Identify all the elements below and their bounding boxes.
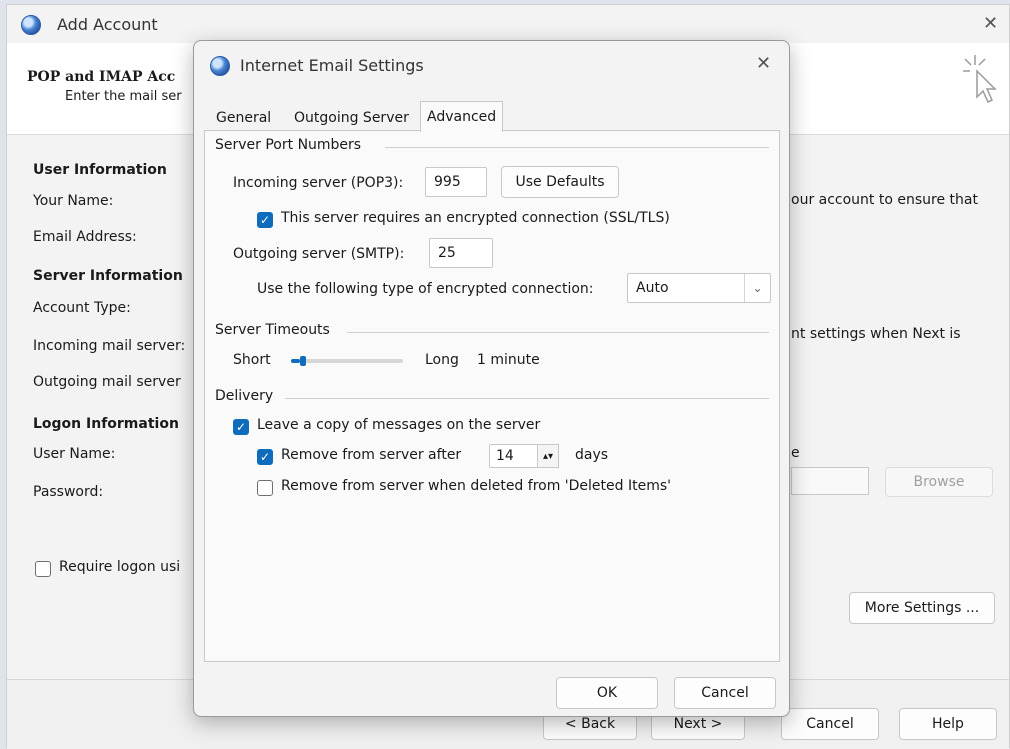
cursor-sparkle-icon [963,55,997,104]
group-divider [347,332,769,333]
dialog-title: Internet Email Settings [240,56,424,75]
test-settings-text: our account to ensure that [791,192,978,208]
require-logon-checkbox[interactable] [35,561,51,577]
wizard-header-title: POP and IMAP Acc [27,69,176,85]
require-logon-label: Require logon usi [59,559,181,575]
your-name-label: Your Name: [33,193,114,209]
account-type-label: Account Type: [33,300,131,316]
help-button[interactable]: Help [899,708,997,740]
days-spinner-icon[interactable]: ▴▾ [537,444,559,468]
auto-test-text: nt settings when Next is [791,326,961,342]
remove-deleted-label: Remove from server when deleted from 'De… [281,478,671,494]
slider-fill [291,359,300,363]
email-address-label: Email Address: [33,229,137,245]
server-information-heading: Server Information [33,268,183,284]
incoming-port-input[interactable]: 995 [425,167,487,197]
wizard-header-subtitle: Enter the mail ser [65,89,182,104]
dialog-close-icon[interactable]: ✕ [756,53,771,74]
ssl-required-label: This server requires an encrypted connec… [281,210,670,226]
incoming-mail-server-label: Incoming mail server: [33,338,186,354]
timeout-long-label: Long [425,352,459,368]
ssl-required-checkbox[interactable]: ✓ [257,212,273,228]
days-label: days [575,447,609,463]
logon-information-heading: Logon Information [33,416,179,432]
outgoing-port-input[interactable]: 25 [429,238,493,268]
cancel-button[interactable]: Cancel [781,708,879,740]
dialog-app-icon [210,56,230,76]
user-information-heading: User Information [33,162,167,178]
delivery-heading: Delivery [215,388,274,404]
outlook-app-icon [21,15,41,35]
server-port-numbers-heading: Server Port Numbers [215,137,362,153]
deliver-text: e [791,445,800,461]
server-timeout-slider[interactable] [291,355,403,367]
use-defaults-button[interactable]: Use Defaults [501,166,619,198]
outgoing-server-label: Outgoing server (SMTP): [233,246,405,262]
encryption-type-value: Auto [636,280,669,296]
server-timeouts-heading: Server Timeouts [215,322,330,338]
add-account-titlebar: Add Account ✕ [7,5,1009,43]
dialog-cancel-button[interactable]: Cancel [674,677,776,709]
slider-track [291,359,403,363]
remove-after-days-input[interactable]: 14 [489,444,539,468]
window-close-icon[interactable]: ✕ [983,13,998,34]
browse-button[interactable]: Browse [885,467,993,497]
incoming-server-label: Incoming server (POP3): [233,175,404,191]
window-title: Add Account [57,15,158,34]
existing-file-input[interactable] [791,467,869,495]
timeout-short-label: Short [233,352,271,368]
more-settings-button[interactable]: More Settings ... [849,592,995,624]
password-label: Password: [33,484,104,500]
tab-general[interactable]: General [210,105,277,131]
internet-email-settings-dialog: Internet Email Settings ✕ General Outgoi… [193,40,790,717]
leave-copy-label: Leave a copy of messages on the server [257,417,541,433]
ok-button[interactable]: OK [556,677,658,709]
advanced-tab-panel: Server Port Numbers Incoming server (POP… [204,130,780,662]
group-divider [385,147,769,148]
encryption-type-select[interactable]: Auto ⌄ [627,273,771,303]
timeout-value: 1 minute [477,352,540,368]
leave-copy-checkbox[interactable]: ✓ [233,419,249,435]
user-name-label: User Name: [33,446,116,462]
chevron-down-icon: ⌄ [744,274,770,302]
settings-tabs: General Outgoing Server Advanced [204,101,778,132]
remove-after-checkbox[interactable]: ✓ [257,449,273,465]
slider-thumb[interactable] [300,356,306,366]
encryption-type-label: Use the following type of encrypted conn… [257,281,594,297]
remove-after-label: Remove from server after [281,447,462,463]
tab-outgoing-server[interactable]: Outgoing Server [288,105,415,131]
tab-advanced[interactable]: Advanced [420,101,504,132]
group-divider [285,398,769,399]
remove-deleted-checkbox[interactable] [257,480,273,496]
outgoing-mail-server-label: Outgoing mail server [33,374,181,390]
